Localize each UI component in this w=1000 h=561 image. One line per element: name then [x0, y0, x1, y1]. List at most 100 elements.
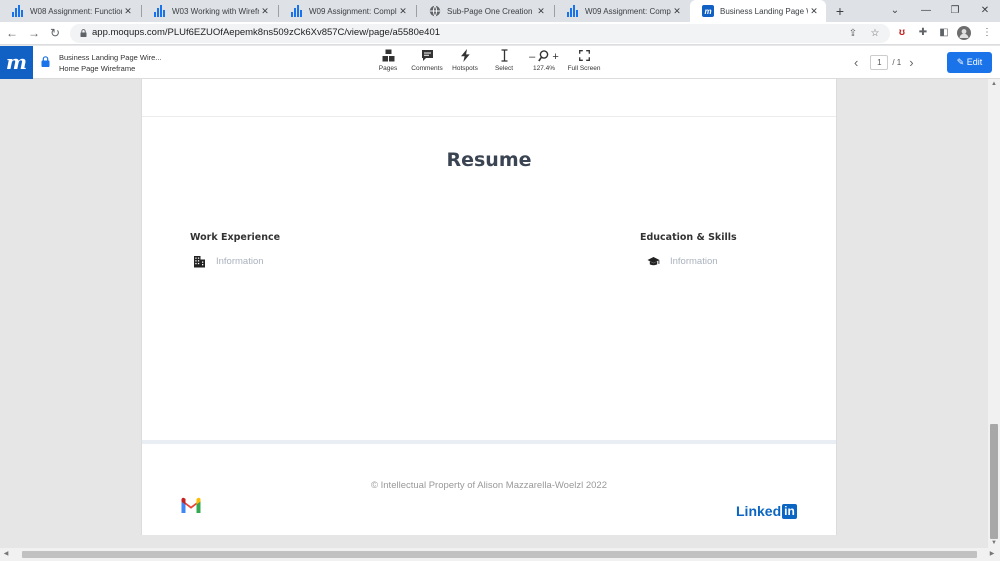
restore-icon[interactable]: ❐ — [946, 2, 964, 20]
close-icon[interactable]: ✕ — [808, 5, 820, 17]
address-bar: ← → ↻ app.moqups.com/PLUf6EZUOfAepemk8ns… — [0, 22, 1000, 45]
pages-button[interactable]: Pages — [376, 49, 400, 72]
browser-tab-3[interactable]: W09 Assignment: Complete ✕ — [279, 0, 415, 22]
scroll-right-icon[interactable]: ▶ — [986, 548, 998, 561]
close-icon[interactable]: ✕ — [397, 5, 409, 17]
browser-tab-6[interactable]: m Business Landing Page Wir ✕ — [690, 0, 826, 22]
lock-icon — [80, 29, 87, 37]
tab-label: W09 Assignment: Complete — [309, 6, 397, 16]
project-title[interactable]: Business Landing Page Wire... — [59, 52, 162, 63]
tab-search-icon[interactable]: ⌄ — [886, 2, 904, 20]
hotspots-button[interactable]: Hotspots — [450, 49, 480, 72]
canvas-icon — [154, 5, 166, 17]
profile-avatar-icon[interactable] — [957, 26, 971, 40]
extension-icon[interactable]: ʊ — [895, 26, 909, 40]
canvas-area: Resume Work Experience Information Educa… — [0, 79, 1000, 548]
project-title-block: Business Landing Page Wire... Home Page … — [59, 52, 162, 74]
text-cursor-icon — [491, 49, 517, 65]
canvas-icon — [12, 5, 24, 17]
horizontal-scroll-thumb[interactable] — [22, 551, 977, 558]
footer-divider — [142, 440, 836, 444]
education-skills-info: Information — [647, 255, 718, 268]
scroll-left-icon[interactable]: ◀ — [0, 548, 12, 561]
tab-label: W03 Working with Wirefram — [172, 6, 259, 16]
browser-tab-2[interactable]: W03 Working with Wirefram ✕ — [142, 0, 277, 22]
comments-icon — [408, 49, 446, 65]
browser-tab-4[interactable]: Sub-Page One Creation ✕ — [417, 0, 553, 22]
zoom-control: – + 127.4% — [525, 49, 563, 72]
url-text: app.moqups.com/PLUf6EZUOfAepemk8ns509zCk… — [92, 27, 441, 38]
puzzle-icon[interactable]: ✚ — [916, 26, 930, 40]
canvas-icon — [291, 5, 303, 17]
lock-icon — [41, 56, 50, 67]
select-label: Select — [494, 65, 514, 72]
edit-button[interactable]: ✎ Edit — [947, 52, 992, 73]
reload-icon[interactable]: ↻ — [47, 25, 63, 41]
page-name: Home Page Wireframe — [59, 64, 136, 73]
tab-label: Sub-Page One Creation — [447, 6, 533, 16]
work-info-text: Information — [216, 256, 264, 267]
side-panel-icon[interactable]: ◧ — [937, 26, 951, 40]
browser-tab-strip: W08 Assignment: Functions ✕ W03 Working … — [0, 0, 1000, 22]
page-total: / 1 — [892, 58, 902, 67]
pages-label: Pages — [378, 65, 398, 72]
scroll-down-icon[interactable]: ▼ — [988, 538, 1000, 548]
comments-button[interactable]: Comments — [408, 49, 446, 72]
back-icon[interactable]: ← — [4, 25, 20, 41]
select-button[interactable]: Select — [491, 49, 517, 72]
horizontal-scrollbar[interactable]: ◀ ▶ — [0, 548, 1000, 561]
hotspots-label: Hotspots — [452, 65, 478, 72]
gmail-icon[interactable] — [180, 497, 202, 513]
close-icon[interactable]: ✕ — [122, 5, 134, 17]
fullscreen-label: Full Screen — [567, 65, 601, 72]
tab-label: W09 Assignment: Complete — [585, 6, 671, 16]
work-experience-info: Information — [193, 255, 264, 268]
minimize-icon[interactable]: — — [917, 2, 935, 20]
omnibox[interactable]: app.moqups.com/PLUf6EZUOfAepemk8ns509zCk… — [70, 24, 890, 43]
resume-title: Resume — [446, 149, 532, 171]
close-icon[interactable]: ✕ — [671, 5, 683, 17]
canvas-icon — [567, 5, 579, 17]
fullscreen-icon — [565, 49, 603, 65]
new-tab-icon[interactable]: + — [832, 3, 848, 19]
chevron-right-icon[interactable]: › — [905, 55, 917, 70]
wireframe-page: Resume Work Experience Information Educa… — [141, 79, 837, 535]
tab-label: Business Landing Page Wir — [720, 6, 808, 16]
globe-icon — [429, 5, 441, 17]
fullscreen-button[interactable]: Full Screen — [565, 49, 603, 72]
browser-tab-1[interactable]: W08 Assignment: Functions ✕ — [0, 0, 140, 22]
zoom-icons: – + — [525, 49, 563, 65]
education-skills-heading: Education & Skills — [640, 232, 737, 243]
education-info-text: Information — [670, 256, 718, 267]
tab-label: W08 Assignment: Functions — [30, 6, 122, 16]
close-icon[interactable]: ✕ — [259, 5, 271, 17]
linkedin-logo[interactable]: Linked in — [736, 503, 797, 519]
scroll-up-icon[interactable]: ▲ — [988, 79, 1000, 89]
page-number-input[interactable]: 1 — [870, 55, 889, 70]
zoom-magnifier-icon — [538, 50, 549, 62]
comments-label: Comments — [411, 65, 443, 72]
zoom-in-icon[interactable]: + — [552, 51, 558, 63]
chevron-left-icon[interactable]: ‹ — [850, 55, 862, 70]
linkedin-in-badge: in — [782, 503, 797, 519]
forward-icon[interactable]: → — [26, 25, 42, 41]
building-icon — [194, 256, 205, 268]
zoom-out-icon[interactable]: – — [529, 51, 535, 63]
work-experience-heading: Work Experience — [190, 232, 281, 243]
moqups-icon: m — [702, 5, 714, 17]
copyright-text: © Intellectual Property of Alison Mazzar… — [371, 480, 607, 491]
more-menu-icon[interactable]: ⋮ — [980, 26, 994, 40]
vertical-scrollbar[interactable]: ▲ ▼ — [988, 79, 1000, 548]
share-icon[interactable]: ⇪ — [846, 27, 860, 41]
linkedin-wordmark: Linked — [736, 503, 782, 519]
section-divider — [142, 116, 836, 117]
pencil-icon: ✎ — [956, 57, 965, 67]
close-icon[interactable]: ✕ — [535, 5, 547, 17]
window-close-icon[interactable]: ✕ — [976, 2, 994, 20]
browser-tab-5[interactable]: W09 Assignment: Complete ✕ — [555, 0, 689, 22]
lightning-icon — [450, 49, 480, 65]
zoom-level: 127.4% — [532, 65, 556, 72]
moqups-logo[interactable]: m — [0, 46, 33, 79]
bookmark-star-icon[interactable]: ☆ — [868, 27, 882, 41]
vertical-scroll-thumb[interactable] — [990, 424, 998, 539]
